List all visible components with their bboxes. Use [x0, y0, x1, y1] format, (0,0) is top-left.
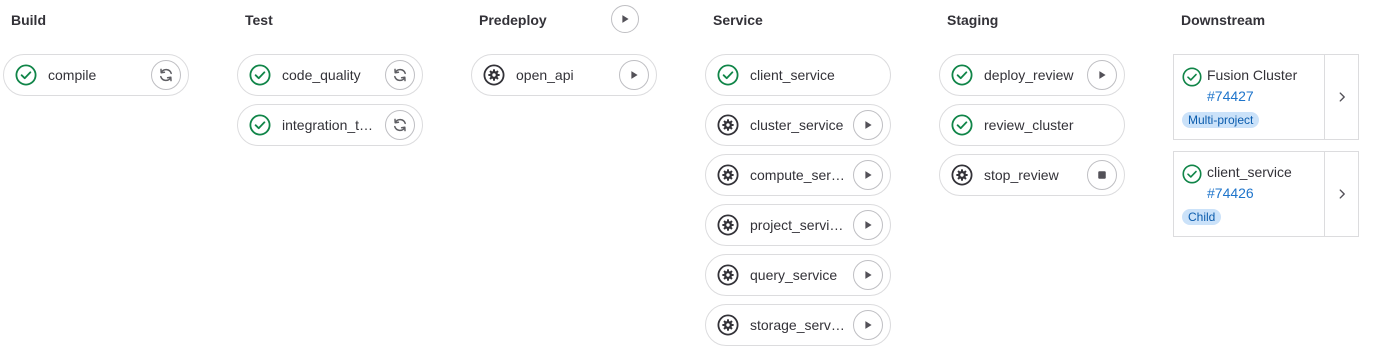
status-success-icon	[15, 64, 37, 86]
job-pill[interactable]: compute_ser…	[705, 154, 891, 196]
status-success-icon	[951, 114, 973, 136]
status-manual-icon	[951, 164, 973, 186]
status-manual-icon	[717, 164, 739, 186]
job-pill[interactable]: cluster_service	[705, 104, 891, 146]
stage-title: Predeploy	[479, 12, 547, 28]
downstream-project-name[interactable]: client_service	[1207, 164, 1292, 181]
stage-play-button[interactable]	[611, 5, 639, 33]
play-icon	[862, 219, 874, 231]
job-pill[interactable]: review_cluster	[939, 104, 1125, 146]
job-name[interactable]: open_api	[516, 67, 614, 84]
job-name[interactable]: stop_review	[984, 167, 1082, 184]
play-button[interactable]	[853, 310, 883, 340]
job-pill[interactable]: compile	[3, 54, 189, 96]
job-pill[interactable]: storage_serv…	[705, 304, 891, 346]
job-pill[interactable]: client_service	[705, 54, 891, 96]
stage-title: Service	[713, 12, 763, 28]
status-success-icon	[951, 64, 973, 86]
play-icon	[862, 169, 874, 181]
retry-icon	[392, 117, 408, 133]
downstream-pipeline-card[interactable]: client_service #74426 Child	[1173, 151, 1359, 237]
retry-button[interactable]	[151, 60, 181, 90]
chevron-right-icon	[1335, 187, 1349, 201]
job-pill[interactable]: open_api	[471, 54, 657, 96]
job-name[interactable]: deploy_review	[984, 67, 1082, 84]
expand-pipeline-button[interactable]	[1324, 55, 1358, 139]
job-pill[interactable]: deploy_review	[939, 54, 1125, 96]
downstream-pipeline-link[interactable]: #74427	[1207, 88, 1254, 105]
stage-title: Build	[11, 12, 46, 28]
status-success-icon	[1182, 164, 1202, 184]
job-name[interactable]: compile	[48, 67, 146, 84]
retry-button[interactable]	[385, 60, 415, 90]
job-name[interactable]: project_servi…	[750, 217, 848, 234]
expand-pipeline-button[interactable]	[1324, 152, 1358, 236]
stop-icon	[1096, 169, 1108, 181]
status-success-icon	[1182, 67, 1202, 87]
job-name[interactable]: query_service	[750, 267, 848, 284]
play-button[interactable]	[853, 110, 883, 140]
stage-title: Downstream	[1181, 12, 1266, 28]
job-pill[interactable]: stop_review	[939, 154, 1125, 196]
play-icon	[619, 13, 631, 25]
play-icon	[1096, 69, 1108, 81]
play-icon	[862, 119, 874, 131]
play-button[interactable]	[619, 60, 649, 90]
retry-button[interactable]	[385, 110, 415, 140]
retry-icon	[158, 67, 174, 83]
status-manual-icon	[717, 114, 739, 136]
pipeline-type-badge: Multi-project	[1182, 112, 1260, 128]
status-success-icon	[717, 64, 739, 86]
play-button[interactable]	[853, 210, 883, 240]
play-icon	[628, 69, 640, 81]
status-success-icon	[249, 114, 271, 136]
job-name[interactable]: code_quality	[282, 67, 380, 84]
stage-title: Test	[245, 12, 273, 28]
status-manual-icon	[717, 214, 739, 236]
job-name[interactable]: storage_serv…	[750, 317, 848, 334]
job-name[interactable]: integration_t…	[282, 117, 380, 134]
play-button[interactable]	[853, 260, 883, 290]
pipeline-type-badge: Child	[1182, 209, 1222, 225]
job-name[interactable]: cluster_service	[750, 117, 848, 134]
status-manual-icon	[483, 64, 505, 86]
downstream-pipeline-link[interactable]: #74426	[1207, 185, 1254, 202]
status-success-icon	[249, 64, 271, 86]
job-name[interactable]: compute_ser…	[750, 167, 848, 184]
play-icon	[862, 319, 874, 331]
stage-title: Staging	[947, 12, 999, 28]
retry-icon	[392, 67, 408, 83]
downstream-project-name[interactable]: Fusion Cluster	[1207, 67, 1297, 84]
status-manual-icon	[717, 314, 739, 336]
job-pill[interactable]: code_quality	[237, 54, 423, 96]
downstream-pipeline-card[interactable]: Fusion Cluster #74427 Multi-project	[1173, 54, 1359, 140]
job-pill[interactable]: project_servi…	[705, 204, 891, 246]
job-name[interactable]: client_service	[750, 67, 848, 84]
job-pill[interactable]: query_service	[705, 254, 891, 296]
chevron-right-icon	[1335, 90, 1349, 104]
stop-button[interactable]	[1087, 160, 1117, 190]
play-button[interactable]	[1087, 60, 1117, 90]
play-button[interactable]	[853, 160, 883, 190]
job-name[interactable]: review_cluster	[984, 117, 1082, 134]
job-pill[interactable]: integration_t…	[237, 104, 423, 146]
status-manual-icon	[717, 264, 739, 286]
play-icon	[862, 269, 874, 281]
